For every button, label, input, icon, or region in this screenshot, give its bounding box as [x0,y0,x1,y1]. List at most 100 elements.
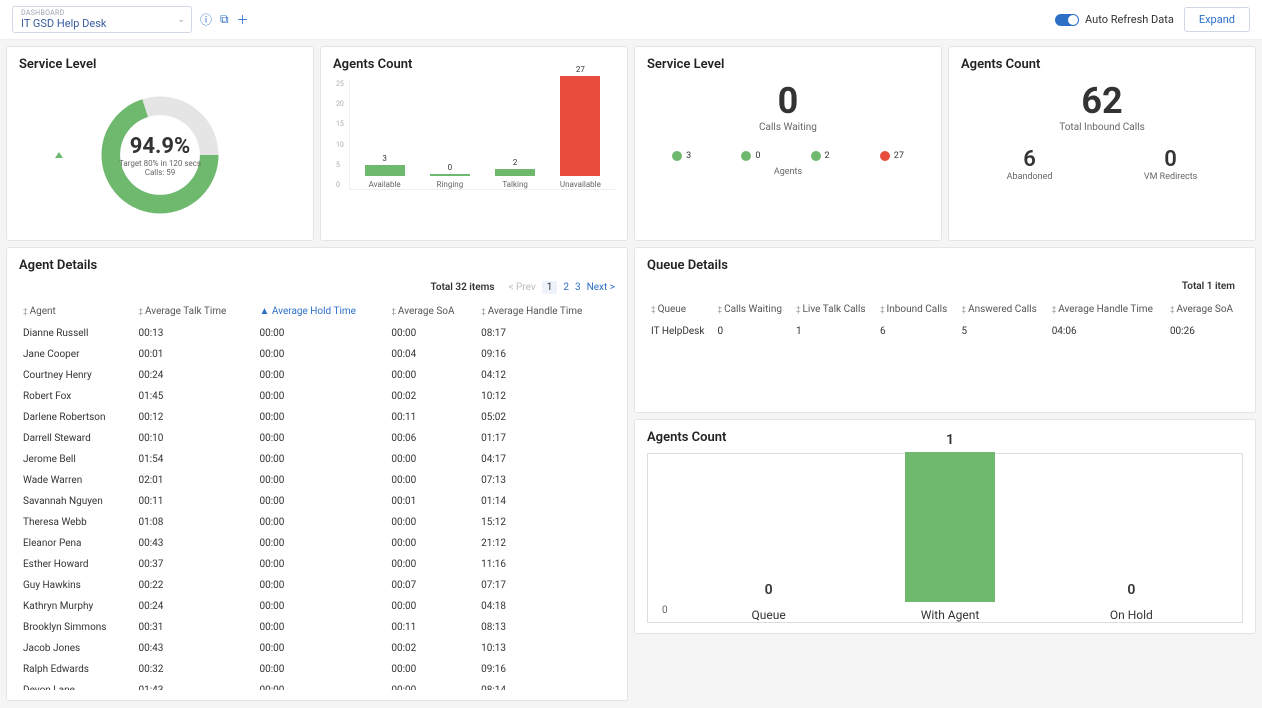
agents-label: Agents [647,167,929,177]
abandoned-num: 6 [1007,147,1053,172]
copy-icon[interactable]: ⧉ [220,12,229,27]
col-avg-hold[interactable]: ▲ Average Hold Time [256,300,388,323]
add-icon[interactable]: ＋ [237,11,249,28]
col-avg-talk[interactable]: ‡Average Talk Time [134,300,255,323]
bar-label: On Hold [1110,608,1153,622]
agents-count-stats-card: Agents Count 62 Total Inbound Calls 6 Ab… [948,46,1256,241]
agent-details-card: Agent Details Total 32 items < Prev 1 2 … [6,247,628,701]
legend-item: 3 [672,151,691,161]
bar-label: Queue [752,608,786,622]
expand-button[interactable]: Expand [1184,7,1250,32]
col-waiting[interactable]: ‡Calls Waiting [714,298,792,321]
table-row: Brooklyn Simmons00:3100:0000:1108:13 [19,617,615,638]
bar [560,76,600,176]
bar-label: Ringing [437,180,464,189]
agents-count-chart-card: Agents Count 0 0 Queue1 With Agent0 On H… [634,419,1256,634]
donut-percent: 94.9% [119,134,201,159]
auto-refresh-toggle[interactable]: Auto Refresh Data [1055,13,1174,26]
top-icons: ⓘ ⧉ ＋ [200,11,249,28]
table-row: Jerome Bell01:5400:0000:0004:17 [19,449,615,470]
topbar: DASHBOARD IT GSD Help Desk ⌄ ⓘ ⧉ ＋ Auto … [0,0,1262,40]
chevron-down-icon: ⌄ [177,15,185,25]
legend-item: 2 [811,151,830,161]
pager: Total 32 items < Prev 1 2 3 Next > [431,281,615,294]
bar-label: Available [369,180,401,189]
table-row: Guy Hawkins00:2200:0000:0707:17 [19,575,615,596]
next-button[interactable]: Next > [587,282,615,293]
selector-label: DASHBOARD [21,9,183,17]
col-avg-soa[interactable]: ‡Average SoA [387,300,477,323]
table-row: Esther Howard00:3700:0000:0011:16 [19,554,615,575]
status-legend: 3 0 2 27 [647,151,929,161]
bar-value: 0 [765,582,773,598]
col-live[interactable]: ‡Live Talk Calls [792,298,876,321]
bar-col: 1 With Agent [895,432,1005,622]
card-title: Service Level [19,57,301,72]
page-3[interactable]: 3 [575,282,581,293]
legend-item: 0 [741,151,760,161]
table-row: Ralph Edwards00:3200:0000:0009:16 [19,659,615,680]
bar-col: 27 Unavailable [556,65,604,189]
card-title: Agent Details [19,258,615,273]
card-title: Agents Count [961,57,1243,72]
bar-label: With Agent [921,608,980,622]
col-soa[interactable]: ‡Average SoA [1166,298,1243,321]
table-row: Jacob Jones00:4300:0000:0210:13 [19,638,615,659]
agent-details-table: ‡Agent ‡Average Talk Time ▲ Average Hold… [19,300,615,690]
agents-count-chart: 0 0 Queue1 With Agent0 On Hold [647,453,1243,623]
dashboard-selector[interactable]: DASHBOARD IT GSD Help Desk ⌄ [12,6,192,33]
bar-col: 0 On Hold [1076,582,1186,622]
table-row: Devon Lane01:4300:0000:0008:14 [19,680,615,690]
page-1[interactable]: 1 [542,281,558,294]
dot-icon [672,151,682,161]
triangle-up-icon [55,152,63,158]
agents-bar-chart: 25 20 15 10 5 0 3 Available0 Ringing2 Ta… [349,80,615,190]
agents-count-bar-card: Agents Count 25 20 15 10 5 0 3 Available… [320,46,628,241]
y-axis-ticks: 25 20 15 10 5 0 [336,80,344,189]
table-row: Theresa Webb01:0800:0000:0015:12 [19,512,615,533]
table-row: Savannah Nguyen00:1100:0000:0101:14 [19,491,615,512]
col-answered[interactable]: ‡Answered Calls [958,298,1048,321]
bar [495,169,535,176]
bar-label: Unavailable [560,180,601,189]
bar-col: 3 Available [361,154,409,189]
donut-chart: 94.9% Target 80% in 120 secs Calls: 59 [19,80,301,230]
legend-item: 27 [880,151,904,161]
bar [365,165,405,176]
total-items: Total 32 items [431,282,495,293]
selector-value: IT GSD Help Desk [21,17,183,30]
page-2[interactable]: 2 [563,282,569,293]
bottom-grid: Agent Details Total 32 items < Prev 1 2 … [0,247,1262,707]
table-row: Robert Fox01:4500:0000:0210:12 [19,386,615,407]
info-icon[interactable]: ⓘ [200,11,212,28]
dot-icon [811,151,821,161]
bar-value: 0 [448,163,453,172]
vm-redirects-label: VM Redirects [1144,172,1197,182]
col-aht[interactable]: ‡Average Handle Time [1048,298,1166,321]
queue-details-table: ‡Queue ‡Calls Waiting ‡Live Talk Calls ‡… [647,298,1243,342]
y-zero: 0 [662,605,668,616]
table-row: Wade Warren02:0100:0000:0007:13 [19,470,615,491]
col-queue[interactable]: ‡Queue [647,298,714,321]
bar-col: 0 Ringing [426,163,474,189]
bar [905,452,995,602]
bar [430,174,470,176]
bar-col: 2 Talking [491,158,539,189]
col-avg-handle[interactable]: ‡Average Handle Time [477,300,615,323]
donut-calls: Calls: 59 [119,168,201,177]
service-level-stats-card: Service Level 0 Calls Waiting 3 0 2 27 A… [634,46,942,241]
abandoned-label: Abandoned [1007,172,1053,182]
vm-redirects-num: 0 [1144,147,1197,172]
col-inbound[interactable]: ‡Inbound Calls [876,298,958,321]
total-items: Total 1 item [1182,281,1235,292]
dot-icon [880,151,890,161]
bar-value: 3 [382,154,387,163]
prev-button[interactable]: < Prev [508,282,535,293]
col-agent[interactable]: ‡Agent [19,300,134,323]
table-row: Dianne Russell00:1300:0000:0008:17 [19,323,615,344]
table-row: Darlene Robertson00:1200:0000:1105:02 [19,407,615,428]
queue-details-card: Queue Details Total 1 item ‡Queue ‡Calls… [634,247,1256,413]
table-row: Jane Cooper00:0100:0000:0409:16 [19,344,615,365]
toggle-icon [1055,14,1079,26]
auto-refresh-label: Auto Refresh Data [1085,13,1174,26]
